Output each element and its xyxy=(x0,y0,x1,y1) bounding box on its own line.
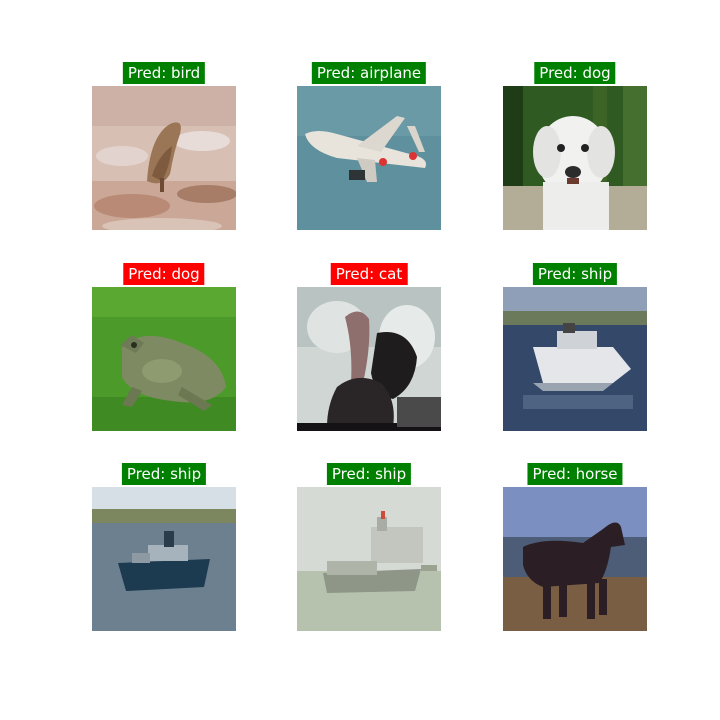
panel-7: Pred: ship xyxy=(92,463,236,631)
image-dog-thumbnail xyxy=(503,86,647,230)
image-bird-thumbnail xyxy=(92,86,236,230)
image-frog-thumbnail xyxy=(92,287,236,431)
prediction-label: Pred: airplane xyxy=(311,62,427,84)
panel-8: Pred: ship xyxy=(297,463,441,631)
image-ship-thumbnail-2 xyxy=(297,487,441,631)
prediction-label: Pred: ship xyxy=(326,463,412,485)
image-ship-thumbnail xyxy=(92,487,236,631)
panel-9: Pred: horse xyxy=(503,463,647,631)
prediction-grid-figure: Pred: bird Pred: airplane Pred: dog Pred… xyxy=(0,0,720,720)
panel-3: Pred: dog xyxy=(503,62,647,230)
image-horse-thumbnail xyxy=(503,487,647,631)
prediction-label: Pred: bird xyxy=(122,62,206,84)
panel-6: Pred: ship xyxy=(503,263,647,431)
panel-4: Pred: dog xyxy=(92,263,236,431)
panel-1: Pred: bird xyxy=(92,62,236,230)
prediction-label: Pred: ship xyxy=(532,263,618,285)
prediction-label: Pred: dog xyxy=(534,62,616,84)
prediction-label: Pred: dog xyxy=(123,263,205,285)
prediction-label: Pred: ship xyxy=(121,463,207,485)
prediction-label: Pred: horse xyxy=(527,463,623,485)
prediction-label: Pred: cat xyxy=(330,263,408,285)
panel-5: Pred: cat xyxy=(297,263,441,431)
panel-2: Pred: airplane xyxy=(297,62,441,230)
image-bird-thumbnail-2 xyxy=(297,287,441,431)
image-airplane-thumbnail xyxy=(297,86,441,230)
image-boat-thumbnail xyxy=(503,287,647,431)
